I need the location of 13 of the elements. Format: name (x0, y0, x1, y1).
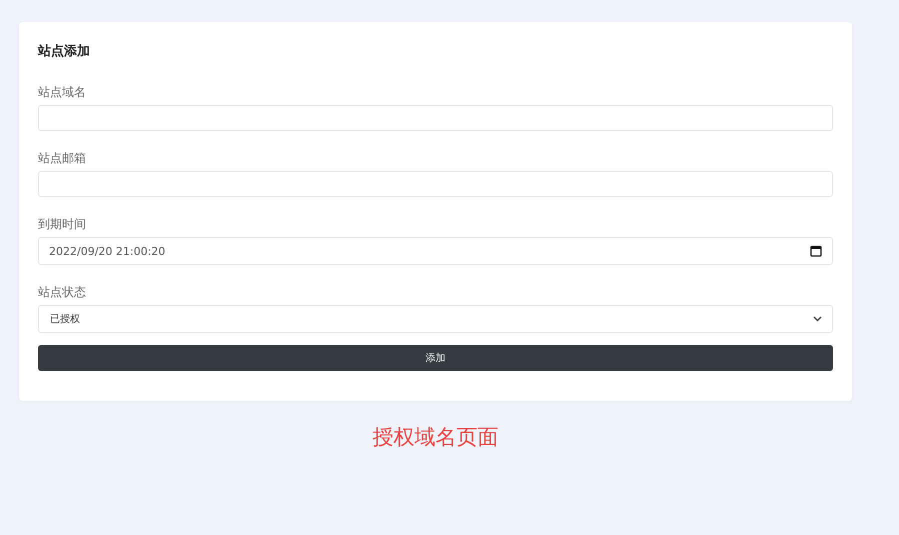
input-field[interactable] (38, 171, 833, 197)
chevron-down-icon (813, 316, 822, 322)
input-field[interactable] (38, 105, 833, 131)
calendar-icon (810, 245, 822, 257)
form-title: 站点添加 (38, 43, 91, 58)
field-label: 站点域名 (38, 84, 87, 99)
date-field[interactable]: 2022/09/20 21:00:20 (38, 237, 833, 265)
select-field[interactable]: 已授权 (38, 305, 833, 333)
field-label: 到期时间 (38, 216, 87, 231)
field-label: 站点状态 (38, 284, 87, 299)
field-label: 站点邮箱 (38, 150, 87, 165)
add-button[interactable]: 添加 (38, 345, 833, 371)
page-caption: 授权域名页面 (372, 424, 500, 451)
